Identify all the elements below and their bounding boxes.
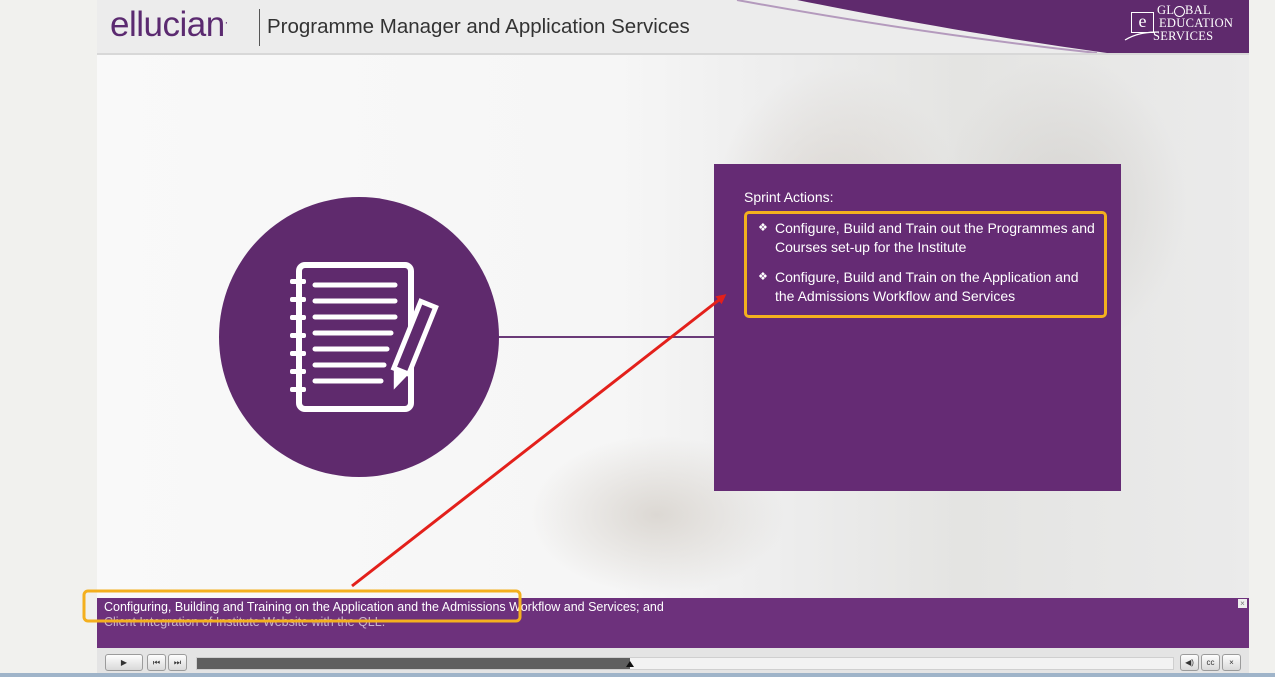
global-education-services-logo: e GL BAL EDUCATION SERVICES [1123, 2, 1243, 48]
closed-captions-button[interactable]: cc [1201, 654, 1220, 671]
previous-slide-button[interactable]: ⏮ [147, 654, 166, 671]
next-slide-button[interactable]: ⏭ [168, 654, 187, 671]
volume-button[interactable]: ◀) [1180, 654, 1199, 671]
header-bar: ellucian. Programme Manager and Applicat… [97, 0, 1249, 55]
page-title: Programme Manager and Application Servic… [267, 15, 690, 38]
closed-caption-bar: Configuring, Building and Training on th… [97, 598, 1249, 648]
caption-close-icon[interactable]: × [1238, 599, 1247, 608]
taskbar-strip [0, 673, 1275, 677]
panel-heading: Sprint Actions: [744, 189, 834, 205]
seek-thumb[interactable] [626, 661, 635, 667]
close-player-button[interactable]: × [1222, 654, 1241, 671]
notebook-icon [290, 262, 439, 412]
caption-line: Configuring, Building and Training on th… [104, 600, 664, 614]
notebook-circle [219, 197, 499, 477]
seek-bar[interactable] [196, 657, 1174, 670]
header-divider [259, 9, 260, 46]
ellucian-logo: ellucian. [110, 5, 228, 44]
connector-line [499, 336, 714, 338]
course-player: ellucian. Programme Manager and Applicat… [97, 0, 1249, 677]
slide-stage: Sprint Actions: ❖ Configure, Build and Tr… [97, 55, 1249, 598]
logo-swoosh [1124, 31, 1160, 41]
highlight-box [744, 211, 1107, 318]
caption-line: Client Integration of Institute Website … [104, 615, 386, 629]
play-button[interactable]: ▶ [105, 654, 143, 671]
seek-progress [197, 658, 631, 669]
sprint-actions-panel: Sprint Actions: ❖ Configure, Build and Tr… [714, 164, 1121, 491]
